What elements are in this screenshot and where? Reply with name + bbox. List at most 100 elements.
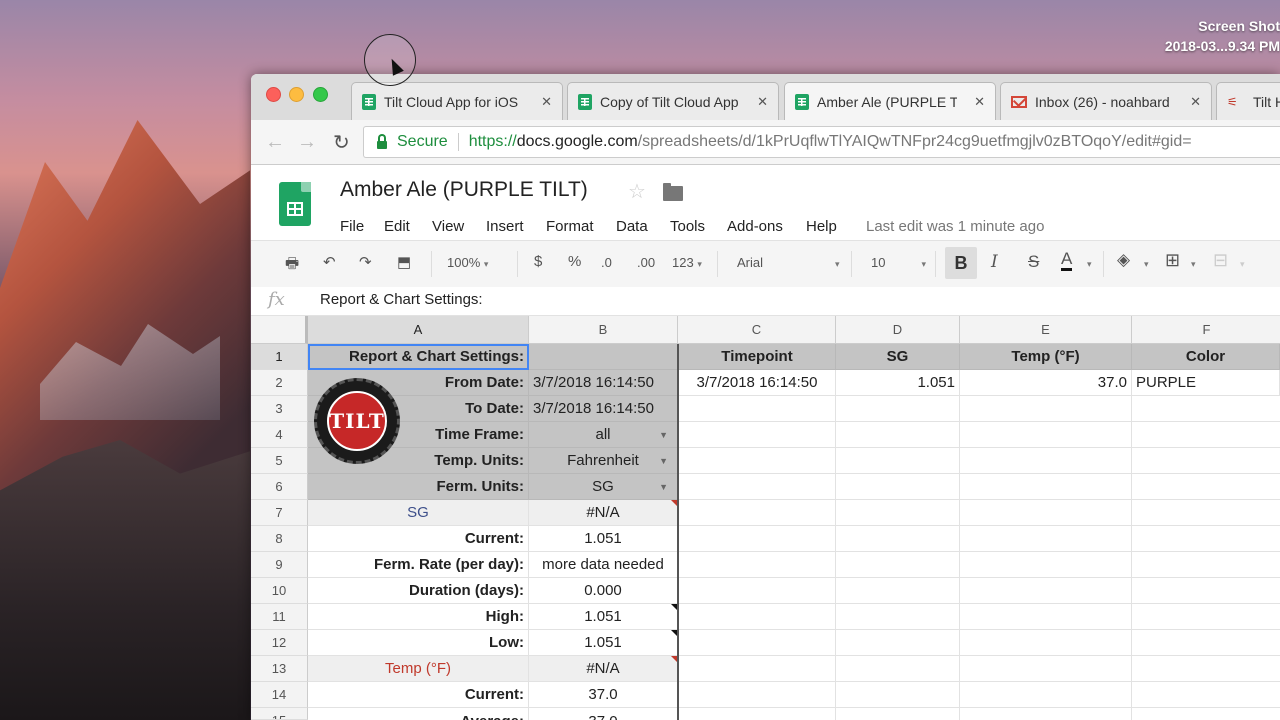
minimize-window-button[interactable] [289,87,304,102]
decrease-decimal-button[interactable]: .0 [601,255,612,270]
row-header[interactable]: 4 [251,422,308,448]
cell-b10[interactable]: 0.000 [529,578,678,604]
cell-a7[interactable]: SG [308,500,529,526]
cell-a1[interactable]: Report & Chart Settings: [308,344,529,370]
currency-format-button[interactable]: $ [534,253,542,270]
row-header[interactable]: 2 [251,370,308,396]
close-tab-icon[interactable]: ✕ [757,94,768,110]
cell-a15[interactable]: Average: [308,708,529,720]
cell-c2[interactable]: 3/7/2018 16:14:50 [679,370,836,396]
paint-format-icon[interactable]: ⬒ [397,253,411,271]
cell-b8[interactable]: 1.051 [529,526,678,552]
text-color-dropdown-icon[interactable]: ▾ [1087,259,1092,270]
column-header-b[interactable]: B [529,316,678,344]
column-header-d[interactable]: D [836,316,960,344]
menu-format[interactable]: Format [546,218,594,235]
cell-b2[interactable]: 3/7/2018 16:14:50 [529,370,678,396]
cell-d1[interactable]: SG [836,344,960,370]
menu-file[interactable]: File [340,218,364,235]
cell-b7[interactable]: #N/A [529,500,678,526]
maximize-window-button[interactable] [313,87,328,102]
undo-icon[interactable]: ↶ [323,253,336,271]
cell-b11[interactable]: 1.051 [529,604,678,630]
column-header-f[interactable]: F [1132,316,1280,344]
borders-icon[interactable]: ⊞ [1165,250,1180,271]
last-edit-link[interactable]: Last edit was 1 minute ago [866,218,1044,235]
bold-button[interactable]: B [945,247,977,279]
cell-a9[interactable]: Ferm. Rate (per day): [308,552,529,578]
fill-color-dropdown-icon[interactable]: ▾ [1144,259,1149,270]
cell-e1[interactable]: Temp (°F) [960,344,1132,370]
print-icon[interactable]: 🖶 [285,253,299,278]
close-tab-icon[interactable]: ✕ [1190,94,1201,110]
row-header[interactable]: 11 [251,604,308,630]
cell-a14[interactable]: Current: [308,682,529,708]
menu-tools[interactable]: Tools [670,218,705,235]
close-tab-icon[interactable]: ✕ [541,94,552,110]
row-header[interactable]: 14 [251,682,308,708]
url-input[interactable]: Secure https:// docs.google.com /spreads… [363,126,1280,158]
cell-a11[interactable]: High: [308,604,529,630]
cell-f2[interactable]: PURPLE [1132,370,1280,396]
italic-button[interactable]: I [991,252,998,272]
column-header-a[interactable]: A [308,316,529,344]
more-formats-select[interactable]: 123 ▾ [672,255,702,270]
column-header-c[interactable]: C [678,316,836,344]
tab-tilt-cloud-app[interactable]: Tilt Cloud App for iOS ✕ [351,82,563,120]
cell-b12[interactable]: 1.051 [529,630,678,656]
tab-inbox[interactable]: Inbox (26) - noahbard ✕ [1000,82,1212,120]
close-window-button[interactable] [266,87,281,102]
dropdown-arrow-icon[interactable]: ▼ [659,482,668,492]
row-header[interactable]: 9 [251,552,308,578]
font-size-select[interactable]: 10 ▾ [871,255,926,270]
row-header[interactable]: 1 [251,344,308,370]
cell-a10[interactable]: Duration (days): [308,578,529,604]
sheets-logo-icon[interactable] [279,182,311,226]
font-family-select[interactable]: Arial ▾ [737,255,840,270]
row-header[interactable]: 3 [251,396,308,422]
row-header[interactable]: 10 [251,578,308,604]
tab-tilt-hydrometer[interactable]: ⚟ Tilt Hyd [1216,82,1280,120]
cell-b14[interactable]: 37.0 [529,682,678,708]
redo-icon[interactable]: ↷ [359,253,372,271]
row-header[interactable]: 8 [251,526,308,552]
empty-cells-area[interactable] [679,396,1280,720]
menu-data[interactable]: Data [616,218,648,235]
text-color-button[interactable]: A [1061,250,1073,271]
cell-b3[interactable]: 3/7/2018 16:14:50 [529,396,678,422]
reload-icon[interactable]: ↻ [333,130,350,155]
row-header[interactable]: 7 [251,500,308,526]
strikethrough-button[interactable]: S [1028,252,1039,272]
cell-f1[interactable]: Color [1132,344,1280,370]
menu-edit[interactable]: Edit [384,218,410,235]
back-arrow-icon[interactable]: ← [265,131,285,154]
zoom-select[interactable]: 100% ▾ [447,255,488,270]
forward-arrow-icon[interactable]: → [297,131,317,154]
column-header-e[interactable]: E [960,316,1132,344]
select-all-corner[interactable] [251,316,308,344]
time-frame-select[interactable]: all ▼ [529,422,678,448]
borders-dropdown-icon[interactable]: ▾ [1191,259,1196,270]
cell-b15[interactable]: 37.0 [529,708,678,720]
formula-input[interactable]: Report & Chart Settings: [320,291,483,308]
cell-b9[interactable]: more data needed [529,552,678,578]
row-header[interactable]: 5 [251,448,308,474]
cell-d2[interactable]: 1.051 [836,370,960,396]
increase-decimal-button[interactable]: .00 [637,255,655,270]
ferm-units-select[interactable]: SG ▼ [529,474,678,500]
cell-b1[interactable] [529,344,678,370]
cell-a12[interactable]: Low: [308,630,529,656]
temp-units-select[interactable]: Fahrenheit ▼ [529,448,678,474]
fill-color-icon[interactable]: ◈ [1117,250,1130,270]
row-header[interactable]: 12 [251,630,308,656]
dropdown-arrow-icon[interactable]: ▼ [659,430,668,440]
dropdown-arrow-icon[interactable]: ▼ [659,456,668,466]
cell-e2[interactable]: 37.0 [960,370,1132,396]
cell-b13[interactable]: #N/A [529,656,678,682]
percent-format-button[interactable]: % [568,253,581,270]
menu-view[interactable]: View [432,218,464,235]
merge-cells-icon[interactable]: ⊟ [1213,250,1228,271]
row-header[interactable]: 15 [251,708,308,720]
folder-icon[interactable] [663,183,683,201]
row-header[interactable]: 6 [251,474,308,500]
